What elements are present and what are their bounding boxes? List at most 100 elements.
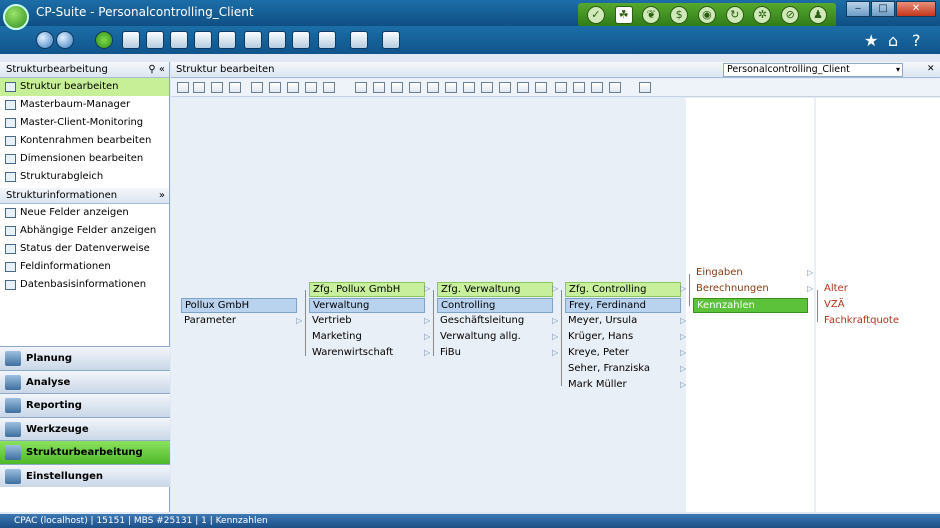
sidebar-item-datenverweise[interactable]: Status der Datenverweise [0, 240, 169, 258]
export-icon[interactable] [350, 31, 368, 49]
close-button[interactable]: ✕ [896, 1, 936, 17]
nav-analyse[interactable]: Analyse [0, 369, 170, 393]
properties-icon[interactable] [355, 82, 367, 93]
insert-sibling-icon[interactable] [211, 82, 223, 93]
close-view-icon[interactable]: ✕ [927, 62, 935, 77]
filter-icon[interactable] [391, 82, 403, 93]
tree-node-fachkraftquote[interactable]: Fachkraftquote [821, 314, 931, 329]
money-module-icon[interactable]: $ [670, 6, 689, 24]
tree-node-zfg-controlling[interactable]: Zfg. Controlling [565, 282, 681, 297]
sheet-icon[interactable] [573, 82, 585, 93]
leaf-module-icon[interactable]: ❦ [642, 6, 661, 24]
expand-icon[interactable]: ▷ [424, 284, 430, 293]
tree-node-pollux[interactable]: Pollux GmbH [181, 298, 297, 313]
sidebar-item-datenbasis[interactable]: Datenbasisinformationen [0, 276, 169, 294]
tree-node-frey[interactable]: Frey, Ferdinand [565, 298, 681, 313]
tree-node-seher[interactable]: Seher, Franziska [565, 362, 681, 377]
back-icon[interactable] [36, 31, 54, 49]
tree-right-icon[interactable] [146, 31, 164, 49]
structure-icon[interactable] [292, 31, 310, 49]
sidebar-item-neue-felder[interactable]: Neue Felder anzeigen [0, 204, 169, 222]
tree-node-marketing[interactable]: Marketing [309, 330, 425, 345]
planning-module-icon[interactable]: ✓ [586, 6, 605, 24]
link-icon[interactable] [445, 82, 457, 93]
tools-icon[interactable] [244, 31, 262, 49]
edit-icon[interactable] [194, 31, 212, 49]
sidebar-item-kontenrahmen[interactable]: Kontenrahmen bearbeiten [0, 132, 169, 150]
expand-icon[interactable]: ▷ [680, 348, 686, 357]
tree-node-mueller[interactable]: Mark Müller [565, 378, 681, 393]
tree-node-krueger[interactable]: Krüger, Hans [565, 330, 681, 345]
users-module-icon[interactable]: ♟ [809, 6, 827, 24]
tree-node-zfg-pollux[interactable]: Zfg. Pollux GmbH [309, 282, 425, 297]
expand-icon[interactable]: ▷ [424, 348, 430, 357]
grid-icon[interactable] [499, 82, 511, 93]
tree-node-controlling[interactable]: Controlling [437, 298, 553, 313]
expand-icon[interactable]: ▷ [296, 316, 302, 325]
expand-icon[interactable]: ▷ [552, 316, 558, 325]
tree-node-eingaben[interactable]: Eingaben [693, 266, 809, 281]
sidebar-item-struktur-bearbeiten[interactable]: Struktur bearbeiten [0, 78, 169, 96]
tree-node-fibu[interactable]: FiBu [437, 346, 553, 361]
report-icon[interactable] [555, 82, 567, 93]
expand-icon[interactable]: ▷ [552, 332, 558, 341]
sidebar-item-strukturabgleich[interactable]: Strukturabgleich [0, 168, 169, 186]
tree-node-parameter[interactable]: Parameter [181, 314, 297, 329]
expand-icon[interactable]: ▷ [807, 284, 813, 293]
list-icon[interactable] [268, 31, 286, 49]
help-icon[interactable]: ? [912, 31, 921, 50]
maximize-button[interactable]: □ [871, 1, 895, 17]
tree-node-verwaltung[interactable]: Verwaltung [309, 298, 425, 313]
sidebar-item-masterbaum[interactable]: Masterbaum-Manager [0, 96, 169, 114]
import-icon[interactable] [535, 82, 547, 93]
nav-planung[interactable]: Planung [0, 346, 170, 370]
refresh-icon[interactable] [95, 31, 113, 49]
move-down-icon[interactable] [251, 82, 263, 93]
tree-node-kreye[interactable]: Kreye, Peter [565, 346, 681, 361]
outdent-icon[interactable] [287, 82, 299, 93]
pen-icon[interactable] [481, 82, 493, 93]
user-icon[interactable] [517, 82, 529, 93]
sort-icon[interactable] [639, 82, 651, 93]
hierarchy-icon[interactable] [382, 31, 400, 49]
dropdown-arrow-icon[interactable]: ▾ [896, 64, 900, 76]
gears-module-icon[interactable]: ✲ [753, 6, 772, 24]
nav-reporting[interactable]: Reporting [0, 393, 170, 417]
nav-strukturbearbeitung[interactable]: Strukturbearbeitung [0, 440, 170, 464]
minimize-button[interactable]: ‒ [846, 1, 870, 17]
tree-node-berechnungen[interactable]: Berechnungen [693, 282, 809, 297]
tree-node-verwaltung-allg[interactable]: Verwaltung allg. [437, 330, 553, 345]
expand-icon[interactable]: ▷ [424, 316, 430, 325]
branch-icon[interactable] [591, 82, 603, 93]
formula-icon[interactable] [373, 82, 385, 93]
collapse-icon[interactable]: » [159, 188, 165, 203]
table-icon[interactable] [218, 31, 236, 49]
favorite-star-icon[interactable]: ★ [864, 31, 878, 50]
nav-werkzeuge[interactable]: Werkzeuge [0, 416, 170, 440]
insert-node-icon[interactable] [177, 82, 189, 93]
forward-icon[interactable] [56, 31, 74, 49]
sidebar-item-monitoring[interactable]: Master-Client-Monitoring [0, 114, 169, 132]
indent-icon[interactable] [269, 82, 281, 93]
tree-node-geschaeftsleitung[interactable]: Geschäftsleitung [437, 314, 553, 329]
globe-module-icon[interactable]: ◉ [697, 6, 716, 24]
calc-icon[interactable] [409, 82, 421, 93]
sync-module-icon[interactable]: ↻ [725, 6, 744, 24]
client-select[interactable]: Personalcontrolling_Client ▾ [723, 63, 903, 77]
tree-add-icon[interactable] [170, 31, 188, 49]
move-up-icon[interactable] [229, 82, 241, 93]
expand-icon[interactable]: ▷ [680, 332, 686, 341]
expand-icon[interactable]: ▷ [680, 284, 686, 293]
expand-icon[interactable]: ▷ [680, 316, 686, 325]
expand-icon[interactable]: ▷ [680, 364, 686, 373]
expand-icon[interactable]: ▷ [552, 348, 558, 357]
insert-child-icon[interactable] [193, 82, 205, 93]
folder-icon[interactable] [609, 82, 621, 93]
tree-node-kennzahlen[interactable]: Kennzahlen [693, 298, 808, 313]
tree-node-vza[interactable]: VZÄ [821, 298, 931, 313]
tree-node-zfg-verwaltung[interactable]: Zfg. Verwaltung [437, 282, 553, 297]
view-icon[interactable] [427, 82, 439, 93]
tree-node-vertrieb[interactable]: Vertrieb [309, 314, 425, 329]
expand-icon[interactable]: ▷ [552, 284, 558, 293]
comment-icon[interactable] [318, 31, 336, 49]
